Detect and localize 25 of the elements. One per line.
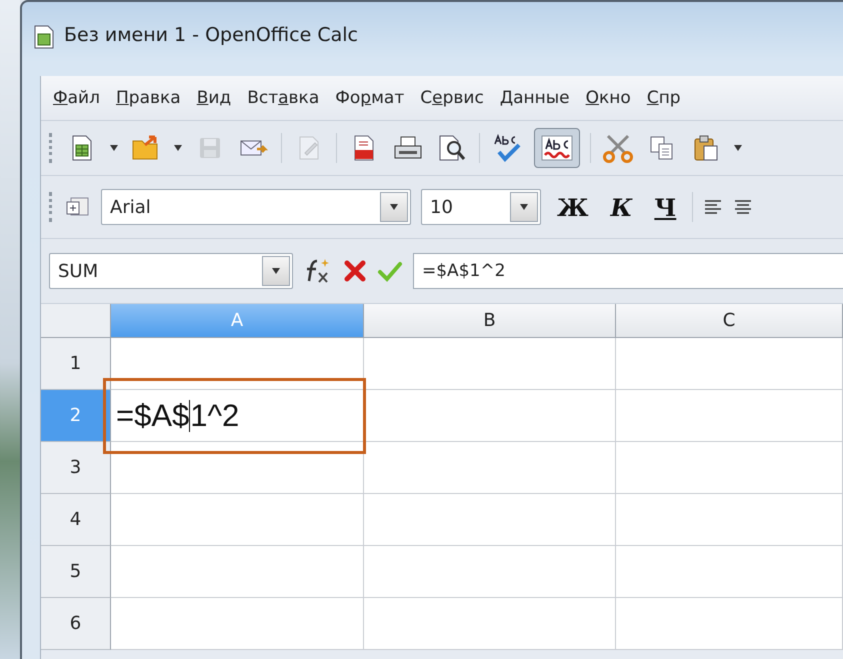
menu-item[interactable]: Формат — [335, 88, 404, 108]
italic-button[interactable]: К — [604, 192, 638, 222]
menu-item[interactable]: Вставка — [247, 88, 320, 108]
menu-item[interactable]: Сервис — [420, 88, 484, 108]
row-header[interactable]: 1 — [41, 338, 111, 390]
font-name-field[interactable]: Arial — [101, 189, 411, 225]
row-header[interactable]: 3 — [41, 442, 111, 494]
underline-button[interactable]: Ч — [648, 192, 682, 222]
bold-button[interactable]: Ж — [551, 192, 594, 222]
menu-item[interactable]: Окно — [586, 88, 631, 108]
formula-input[interactable]: =$A$1^2 — [413, 253, 843, 289]
menu-item[interactable]: Спр — [646, 88, 681, 108]
menu-item[interactable]: Правка — [116, 88, 181, 108]
menu-item[interactable]: Данные — [500, 88, 570, 108]
name-box[interactable]: SUM — [49, 253, 293, 289]
font-size-field[interactable]: 10 — [421, 189, 541, 225]
column-header[interactable]: C — [616, 304, 843, 338]
row-header[interactable]: 6 — [41, 598, 111, 650]
row-header[interactable]: 4 — [41, 494, 111, 546]
column-header[interactable]: B — [364, 304, 616, 338]
window-title: Без имени 1 - OpenOffice Calc — [64, 24, 358, 46]
menu-item[interactable]: Вид — [196, 88, 232, 108]
row-header[interactable]: 5 — [41, 546, 111, 598]
cell-editor[interactable]: =$A$1^2 — [111, 390, 364, 442]
menu-item[interactable]: Файл — [53, 88, 100, 108]
